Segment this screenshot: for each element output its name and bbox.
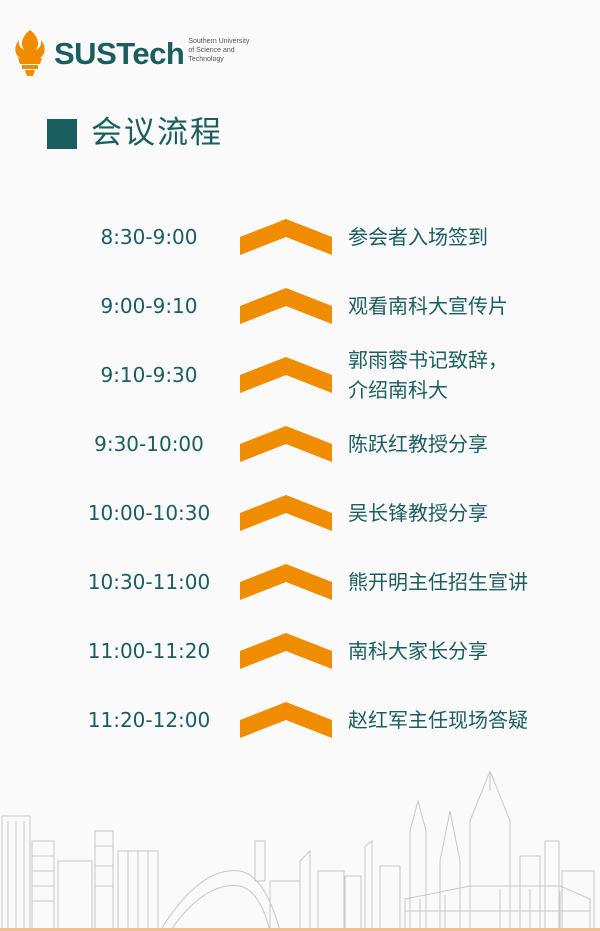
- torch-logo-icon: [15, 30, 45, 76]
- schedule-desc: 参会者入场签到: [348, 225, 488, 249]
- chevron-up-icon: [240, 702, 332, 738]
- page-title: 会议流程: [91, 115, 223, 151]
- schedule-row: 11:20-12:00 赵红军主任现场答疑: [0, 690, 600, 750]
- schedule-row: 9:10-9:30 郭雨蓉书记致辞， 介绍南科大: [0, 345, 600, 405]
- schedule-time: 10:30-11:00: [87, 570, 211, 594]
- logo-subtitle-line: Southern University: [188, 37, 250, 45]
- chevron-up-icon: [240, 564, 332, 600]
- chevron-up-icon: [240, 357, 332, 393]
- schedule-row: 9:00-9:10 观看南科大宣传片: [0, 276, 600, 336]
- chevron-up-icon: [240, 288, 332, 324]
- schedule-time: 9:30-10:00: [94, 432, 204, 456]
- schedule-time: 11:00-11:20: [87, 639, 211, 663]
- schedule-desc: 熊开明主任招生宣讲: [348, 570, 528, 594]
- logo-wordmark-tech: Tech: [116, 35, 185, 71]
- schedule-time: 8:30-9:00: [100, 225, 198, 249]
- schedule-desc: 陈跃红教授分享: [348, 432, 488, 456]
- logo-subtitle: Southern University of Science and Techn…: [188, 37, 268, 64]
- schedule-row: 10:00-10:30 吴长锋教授分享: [0, 483, 600, 543]
- logo-wordmark-sus: SUS: [54, 35, 117, 71]
- chevron-up-icon: [240, 495, 332, 531]
- schedule-row: 9:30-10:00 陈跃红教授分享: [0, 414, 600, 474]
- schedule-row: 10:30-11:00 熊开明主任招生宣讲: [0, 552, 600, 612]
- schedule-desc: 郭雨蓉书记致辞， 介绍南科大: [348, 345, 578, 405]
- schedule-row: 8:30-9:00 参会者入场签到: [0, 207, 600, 267]
- title-square-icon: [47, 118, 77, 149]
- schedule-time: 11:20-12:00: [87, 708, 211, 732]
- logo-subtitle-line: Technology: [188, 55, 224, 63]
- chevron-up-icon: [240, 426, 332, 462]
- schedule-desc: 赵红军主任现场答疑: [348, 708, 528, 732]
- chevron-up-icon: [240, 633, 332, 669]
- schedule-time: 9:00-9:10: [100, 294, 198, 318]
- schedule-desc: 南科大家长分享: [348, 639, 488, 663]
- sustech-logo: SUSTech Southern University of Science a…: [10, 28, 268, 78]
- city-skyline-illustration: [1, 771, 595, 931]
- schedule-desc-line: 介绍南科大: [348, 378, 448, 402]
- schedule-row: 11:00-11:20 南科大家长分享: [0, 621, 600, 681]
- schedule-desc: 吴长锋教授分享: [348, 501, 488, 525]
- logo-subtitle-line: of Science and: [188, 46, 235, 54]
- schedule-desc: 观看南科大宣传片: [348, 294, 508, 318]
- schedule-time: 9:10-9:30: [100, 363, 198, 387]
- schedule-time: 10:00-10:30: [87, 501, 211, 525]
- page-title-block: 会议流程: [47, 118, 223, 149]
- logo-wordmark: SUSTech: [54, 35, 185, 71]
- chevron-up-icon: [240, 219, 332, 255]
- schedule-desc-line: 郭雨蓉书记致辞，: [348, 348, 508, 372]
